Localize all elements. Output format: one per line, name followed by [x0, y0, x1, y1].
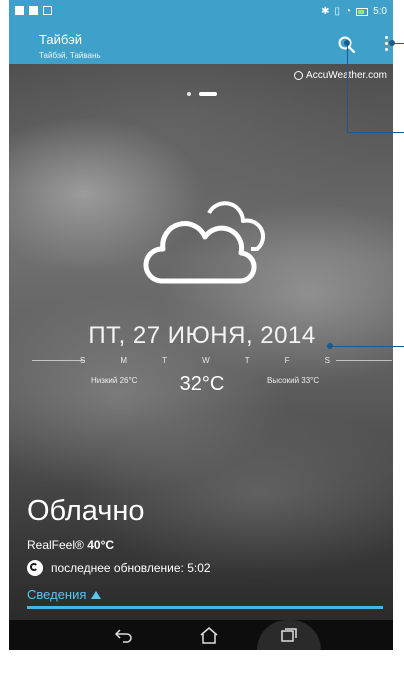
- status-bar: ✱ ▯ ◔ 5:0: [9, 0, 393, 24]
- refresh-icon[interactable]: [27, 560, 43, 576]
- recent-apps-icon[interactable]: [281, 628, 297, 642]
- realfeel-row: RealFeel® 40°C: [27, 538, 114, 552]
- weekday-label: T: [244, 356, 250, 365]
- bluetooth-icon: ✱: [321, 6, 330, 17]
- details-divider: [27, 606, 383, 609]
- page-dot-active: [199, 92, 217, 96]
- status-time: 5:0: [373, 6, 387, 17]
- accuweather-icon: [294, 71, 304, 80]
- weekday-label: S: [80, 356, 86, 365]
- notification-icon: [15, 6, 24, 15]
- back-icon[interactable]: [114, 626, 134, 644]
- home-icon[interactable]: [199, 625, 219, 645]
- callout-line: [347, 43, 348, 133]
- weekday-label: M: [120, 356, 128, 365]
- notification-icon: [29, 6, 38, 15]
- city-name[interactable]: Тайбэй: [39, 32, 82, 47]
- divider: [32, 360, 84, 361]
- callout-line: [392, 43, 404, 44]
- expand-up-icon: [91, 590, 102, 599]
- navigation-bar: [9, 620, 393, 650]
- cloudy-icon: [143, 201, 265, 284]
- details-toggle[interactable]: Сведения: [27, 587, 102, 602]
- weather-condition: Облачно: [27, 495, 145, 527]
- last-update-text: последнее обновление: 5:02: [51, 561, 211, 575]
- weekday-strip: S M T W T F S: [80, 356, 330, 365]
- notification-icon: [43, 6, 52, 15]
- realfeel-value: 40°C: [87, 538, 115, 552]
- vibrate-icon: ▯: [334, 6, 341, 17]
- nav-bar-wrap: [9, 620, 393, 650]
- page-dot: [187, 92, 191, 96]
- weekday-label: F: [284, 356, 290, 365]
- battery-icon: [356, 7, 369, 16]
- weekday-label: W: [202, 356, 210, 365]
- weekday-label: T: [162, 356, 168, 365]
- app-header: Тайбэй Тайбэй, Тайвань: [9, 24, 393, 64]
- callout-line: [347, 132, 404, 133]
- weekday-label: S: [324, 356, 330, 365]
- divider: [336, 360, 392, 361]
- accuweather-logo[interactable]: AccuWeather.com: [294, 70, 387, 81]
- realfeel-label: RealFeel®: [27, 538, 84, 552]
- last-update-row: последнее обновление: 5:02: [27, 560, 211, 576]
- wifi-icon: ◔: [345, 6, 352, 17]
- details-label: Сведения: [27, 587, 87, 602]
- city-region: Тайбэй, Тайвань: [39, 51, 101, 60]
- current-temperature: 32°C: [179, 373, 225, 395]
- page-indicator: [187, 92, 217, 96]
- high-temperature: Высокий 33°C: [267, 376, 320, 385]
- callout-line: [330, 346, 404, 347]
